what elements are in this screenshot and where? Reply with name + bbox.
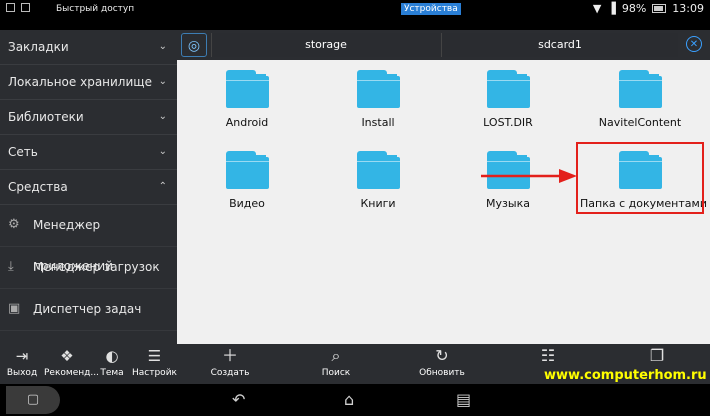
- folder-icon: [225, 70, 269, 108]
- plus-icon: ＋: [221, 346, 238, 365]
- theme-label: Тема: [100, 368, 124, 378]
- sidebar-item-label: Средства: [8, 180, 68, 194]
- sidebar-item-tools[interactable]: Средства ⌃: [0, 170, 177, 205]
- folder-label: LOST.DIR: [483, 116, 533, 129]
- palette-icon: ◐: [105, 347, 119, 365]
- folder-item[interactable]: Книги: [318, 151, 438, 210]
- signal-icon: ▐: [607, 2, 616, 15]
- exit-button[interactable]: ⇥ Выход: [4, 344, 40, 378]
- settings-button[interactable]: ☰ Настройки: [132, 344, 183, 378]
- folder-label: Музыка: [486, 197, 530, 210]
- folder-icon: [618, 70, 662, 108]
- status-icons-left: [6, 3, 30, 12]
- devices-label[interactable]: Устройства: [401, 3, 461, 15]
- sliders-icon: ☰: [147, 347, 162, 365]
- folder-label: Видео: [229, 197, 265, 210]
- chevron-down-icon: ⌄: [158, 111, 167, 122]
- sidebar-item-libraries[interactable]: Библиотеки ⌄: [0, 100, 177, 135]
- chevron-down-icon: ⌄: [158, 76, 167, 87]
- red-arrow-icon: [481, 169, 577, 183]
- folder-item[interactable]: LOST.DIR: [448, 70, 568, 129]
- breadcrumb-storage[interactable]: storage: [211, 33, 440, 57]
- folder-icon: [486, 70, 530, 108]
- view-grid-button[interactable]: ☷: [518, 344, 578, 368]
- exit-label: Выход: [6, 368, 38, 378]
- windows-icon: ❐: [649, 346, 665, 365]
- gift-icon: ❖: [60, 347, 74, 365]
- theme-button[interactable]: ◐ Тема: [94, 344, 130, 378]
- sidebar-item-label: Закладки: [8, 40, 69, 54]
- task-manager-icon: ▣: [8, 301, 21, 316]
- folder-label: Книги: [360, 197, 396, 210]
- chevron-up-icon: ⌃: [158, 181, 167, 192]
- windows-button[interactable]: ❐: [627, 344, 687, 368]
- sidebar-item-local-storage[interactable]: Локальное хранилище ⌄: [0, 65, 177, 100]
- download-icon: ⤓: [8, 259, 14, 274]
- folder-label: NavitelContent: [598, 116, 682, 129]
- refresh-icon: ↻: [435, 346, 449, 365]
- folder-icon: [356, 151, 400, 189]
- sidebar-item-label: Сеть: [8, 145, 38, 159]
- highlight-box: [576, 142, 704, 214]
- chevron-down-icon: ⌄: [158, 41, 167, 52]
- settings-label: Настройки: [132, 368, 183, 378]
- clock: 13:09: [672, 2, 704, 15]
- wifi-icon: ▼: [592, 2, 602, 15]
- recommend-button[interactable]: ❖ Рекоменд...: [44, 344, 99, 378]
- refresh-button[interactable]: ↻ Обновить: [412, 344, 472, 378]
- battery-percent: 98%: [621, 2, 647, 15]
- folder-item[interactable]: Install: [318, 70, 438, 129]
- sidebar: Закладки ⌄ Локальное хранилище ⌄ Библиот…: [0, 30, 177, 344]
- folder-item[interactable]: Android: [187, 70, 307, 129]
- folder-label: Android: [225, 116, 269, 129]
- search-icon: ⌕: [331, 346, 341, 365]
- folder-item[interactable]: NavitelContent: [580, 70, 700, 129]
- search-label: Поиск: [321, 368, 351, 378]
- folder-icon: [225, 151, 269, 189]
- sidebar-item-label: Библиотеки: [8, 110, 84, 124]
- recommend-label: Рекоменд...: [44, 368, 99, 378]
- sidebar-item-download-manager[interactable]: ⤓ Менеджер загрузок: [0, 247, 177, 289]
- home-icon[interactable]: ⌂: [344, 390, 354, 409]
- folder-label: Install: [361, 116, 395, 129]
- notification-icon: [21, 3, 30, 12]
- navigation-bar: ▢ ↶ ⌂ ▤: [0, 384, 710, 416]
- chevron-down-icon: ⌄: [158, 146, 167, 157]
- sidebar-item-bookmarks[interactable]: Закладки ⌄: [0, 30, 177, 65]
- search-button[interactable]: ⌕ Поиск: [306, 344, 366, 378]
- usb-icon: [6, 3, 15, 12]
- folder-icon: [356, 70, 400, 108]
- breadcrumb-sdcard1[interactable]: sdcard1: [441, 33, 678, 57]
- grid-icon: ☷: [540, 346, 556, 365]
- create-button[interactable]: ＋ Создать: [200, 344, 260, 378]
- status-bar: Быстрый доступ Устройства ▼ ▐ 98% 13:09: [0, 0, 710, 18]
- storage-globe-icon[interactable]: ◎: [181, 33, 207, 57]
- sidebar-sub-label: Менеджер загрузок: [33, 260, 160, 274]
- sidebar-item-task-manager[interactable]: ▣ Диспетчер задач: [0, 289, 177, 331]
- close-icon[interactable]: ✕: [686, 36, 702, 52]
- path-toolbar: ◎ storage sdcard1 ✕: [177, 30, 710, 60]
- sidebar-sub-label: Диспетчер задач: [33, 302, 142, 316]
- sidebar-item-app-manager[interactable]: ⚙ Менеджер приложений: [0, 205, 177, 273]
- sidebar-item-label: Локальное хранилище: [8, 75, 152, 89]
- watermark: www.computerhom.ru: [544, 368, 707, 383]
- sidebar-bottom-bar: ⇥ Выход ❖ Рекоменд... ◐ Тема ☰ Настройки: [0, 344, 183, 384]
- status-icons-right: ▼ ▐ 98% 13:09: [593, 2, 704, 15]
- folder-item[interactable]: Видео: [187, 151, 307, 210]
- screenshot-icon[interactable]: ▢: [6, 386, 60, 414]
- sidebar-item-network[interactable]: Сеть ⌄: [0, 135, 177, 170]
- refresh-label: Обновить: [419, 368, 465, 378]
- exit-icon: ⇥: [15, 347, 29, 365]
- battery-icon: [652, 4, 667, 13]
- gears-icon: ⚙: [8, 217, 20, 232]
- recent-apps-icon[interactable]: ▤: [456, 390, 471, 409]
- create-label: Создать: [210, 368, 250, 378]
- quick-access-label[interactable]: Быстрый доступ: [56, 4, 134, 14]
- back-icon[interactable]: ↶: [232, 390, 245, 409]
